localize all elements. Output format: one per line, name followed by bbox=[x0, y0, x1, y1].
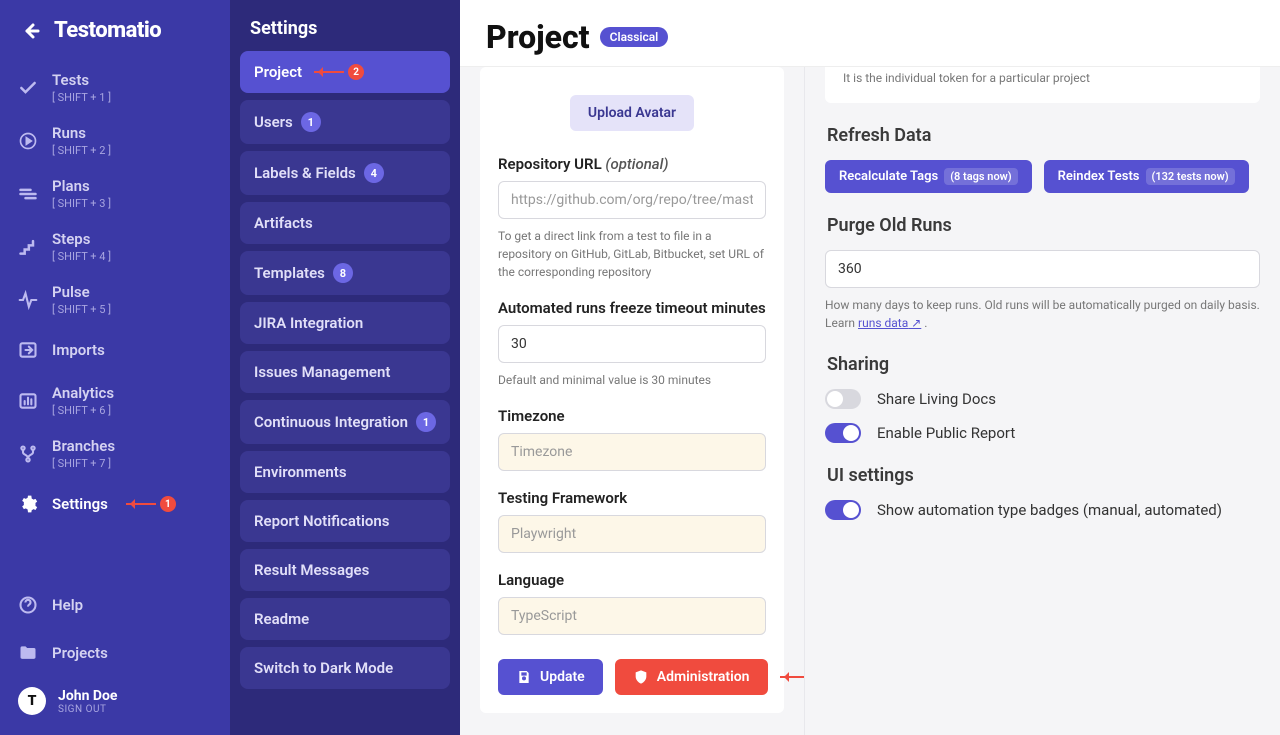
nav-item-branches[interactable]: Branches[ SHIFT + 7 ] bbox=[0, 427, 230, 480]
framework-input[interactable] bbox=[498, 515, 766, 553]
repo-url-help: To get a direct link from a test to file… bbox=[498, 227, 766, 281]
left-nav: Testomatio Tests[ SHIFT + 1 ] Runs[ SHIF… bbox=[0, 0, 230, 735]
nav-item-projects[interactable]: Projects bbox=[0, 629, 230, 677]
nav-item-runs[interactable]: Runs[ SHIFT + 2 ] bbox=[0, 114, 230, 167]
show-badges-toggle[interactable] bbox=[825, 500, 861, 520]
settings-title: Settings bbox=[240, 14, 450, 51]
steps-icon bbox=[18, 237, 38, 257]
settings-item-result-messages[interactable]: Result Messages bbox=[240, 549, 450, 591]
token-note: It is the individual token for a particu… bbox=[843, 71, 1242, 85]
purge-help: How many days to keep runs. Old runs wil… bbox=[825, 296, 1260, 332]
freeze-label: Automated runs freeze timeout minutes bbox=[498, 299, 766, 317]
folder-icon bbox=[18, 643, 38, 663]
framework-label: Testing Framework bbox=[498, 489, 766, 507]
refresh-heading: Refresh Data bbox=[827, 125, 1260, 146]
help-icon bbox=[18, 595, 38, 615]
nav-item-analytics[interactable]: Analytics[ SHIFT + 6 ] bbox=[0, 374, 230, 427]
nav-item-pulse[interactable]: Pulse[ SHIFT + 5 ] bbox=[0, 273, 230, 326]
page-title: Project bbox=[486, 18, 590, 56]
brand-name: Testomatio bbox=[54, 18, 161, 43]
timezone-input[interactable] bbox=[498, 433, 766, 471]
recalculate-tags-button[interactable]: Recalculate Tags(8 tags now) bbox=[825, 160, 1032, 193]
show-badges-label: Show automation type badges (manual, aut… bbox=[877, 501, 1222, 519]
list-icon bbox=[18, 184, 38, 204]
settings-item-report-notifications[interactable]: Report Notifications bbox=[240, 500, 450, 542]
nav-item-steps[interactable]: Steps[ SHIFT + 4 ] bbox=[0, 220, 230, 273]
check-icon bbox=[18, 78, 38, 98]
runs-data-link[interactable]: runs data ↗ bbox=[858, 316, 921, 330]
settings-item-issues[interactable]: Issues Management bbox=[240, 351, 450, 393]
annotation-3: 3 bbox=[780, 669, 805, 685]
sharing-heading: Sharing bbox=[827, 354, 1260, 375]
settings-item-project[interactable]: Project 2 bbox=[240, 51, 450, 93]
main-header: Project Classical bbox=[460, 0, 1280, 67]
reindex-tests-button[interactable]: Reindex Tests(132 tests now) bbox=[1044, 160, 1249, 193]
nav-item-settings[interactable]: Settings 1 bbox=[0, 480, 230, 528]
administration-button[interactable]: Administration bbox=[615, 659, 768, 695]
language-label: Language bbox=[498, 571, 766, 589]
settings-item-environments[interactable]: Environments bbox=[240, 451, 450, 493]
user-name: John Doe bbox=[58, 688, 117, 704]
settings-item-readme[interactable]: Readme bbox=[240, 598, 450, 640]
language-input[interactable] bbox=[498, 597, 766, 635]
project-side-column: It is the individual token for a particu… bbox=[805, 67, 1280, 735]
upload-avatar-button[interactable]: Upload Avatar bbox=[570, 95, 694, 131]
settings-item-users[interactable]: Users1 bbox=[240, 100, 450, 144]
settings-item-artifacts[interactable]: Artifacts bbox=[240, 202, 450, 244]
settings-item-ci[interactable]: Continuous Integration1 bbox=[240, 400, 450, 444]
settings-panel: Settings Project 2 Users1 Labels & Field… bbox=[230, 0, 460, 735]
nav-item-help[interactable]: Help bbox=[0, 581, 230, 629]
user-row[interactable]: T John Doe SIGN OUT bbox=[0, 677, 230, 725]
branch-icon bbox=[18, 444, 38, 464]
timezone-label: Timezone bbox=[498, 407, 766, 425]
annotation-2: 2 bbox=[314, 64, 364, 80]
purge-days-input[interactable] bbox=[825, 250, 1260, 288]
share-living-docs-label: Share Living Docs bbox=[877, 390, 996, 408]
gear-icon bbox=[18, 494, 38, 514]
signout-link[interactable]: SIGN OUT bbox=[58, 704, 117, 715]
pulse-icon bbox=[18, 290, 38, 310]
back-arrow-icon[interactable] bbox=[18, 19, 42, 43]
project-form-column: Upload Avatar Repository URL (optional) … bbox=[460, 67, 805, 735]
project-type-tag: Classical bbox=[600, 27, 669, 47]
enable-public-report-toggle[interactable] bbox=[825, 423, 861, 443]
update-button[interactable]: Update bbox=[498, 659, 603, 695]
enable-public-report-label: Enable Public Report bbox=[877, 424, 1015, 442]
save-icon bbox=[516, 669, 532, 685]
settings-item-labels[interactable]: Labels & Fields4 bbox=[240, 151, 450, 195]
play-circle-icon bbox=[18, 131, 38, 151]
shield-icon bbox=[633, 669, 649, 685]
settings-item-jira[interactable]: JIRA Integration bbox=[240, 302, 450, 344]
freeze-help: Default and minimal value is 30 minutes bbox=[498, 371, 766, 389]
repo-url-input[interactable] bbox=[498, 181, 766, 219]
main: Project Classical Upload Avatar Reposito… bbox=[460, 0, 1280, 735]
ui-settings-heading: UI settings bbox=[827, 465, 1260, 486]
share-living-docs-toggle[interactable] bbox=[825, 389, 861, 409]
brand-row: Testomatio bbox=[0, 10, 230, 61]
import-icon bbox=[18, 340, 38, 360]
analytics-icon bbox=[18, 391, 38, 411]
purge-heading: Purge Old Runs bbox=[827, 215, 1260, 236]
nav-item-imports[interactable]: Imports bbox=[0, 326, 230, 374]
annotation-1: 1 bbox=[126, 496, 176, 512]
nav-item-tests[interactable]: Tests[ SHIFT + 1 ] bbox=[0, 61, 230, 114]
settings-item-dark-mode[interactable]: Switch to Dark Mode bbox=[240, 647, 450, 689]
repo-url-label: Repository URL (optional) bbox=[498, 155, 766, 173]
avatar: T bbox=[18, 687, 46, 715]
freeze-input[interactable] bbox=[498, 325, 766, 363]
settings-item-templates[interactable]: Templates8 bbox=[240, 251, 450, 295]
nav-item-plans[interactable]: Plans[ SHIFT + 3 ] bbox=[0, 167, 230, 220]
